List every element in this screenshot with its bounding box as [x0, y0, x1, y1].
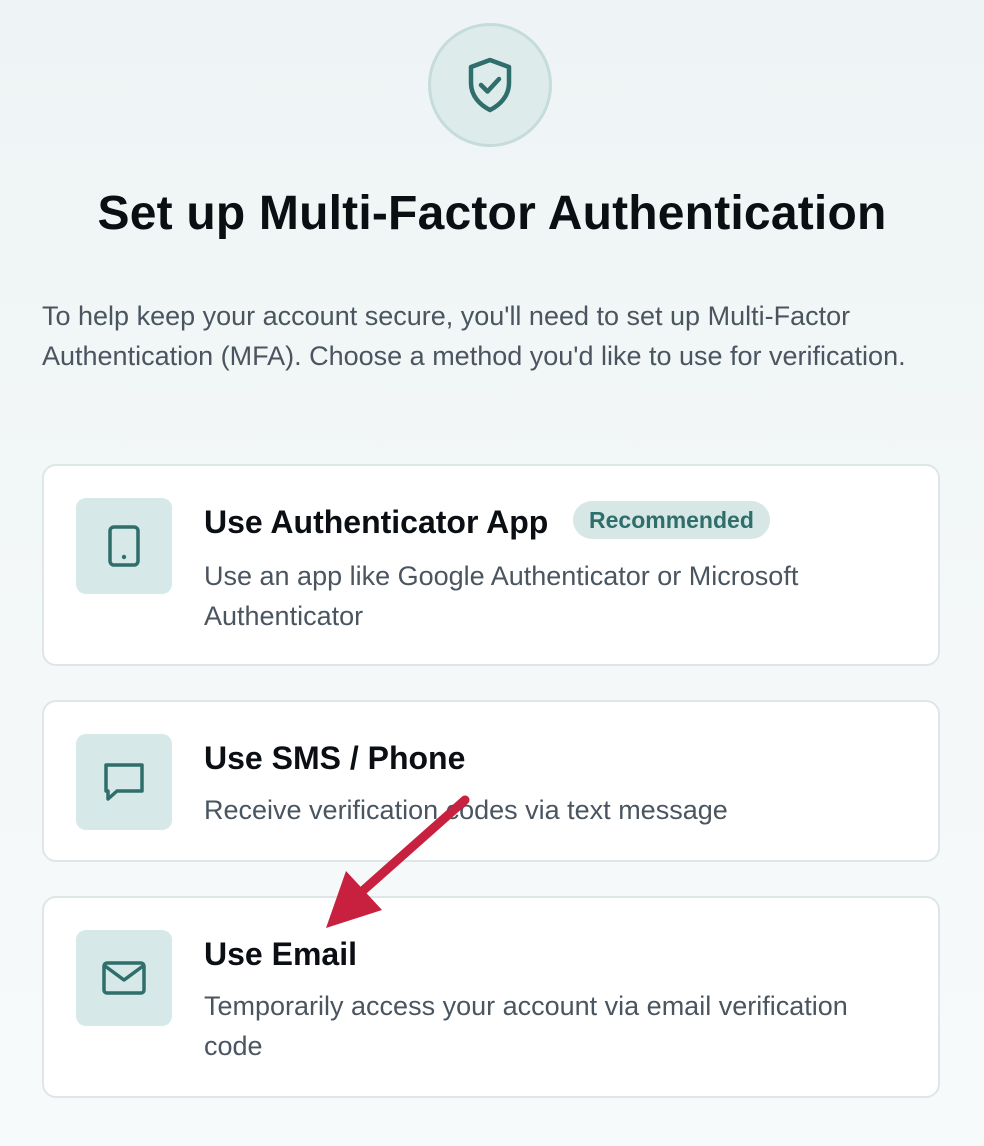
- mfa-setup-page: Set up Multi-Factor Authentication To he…: [0, 0, 984, 1146]
- option-email[interactable]: Use Email Temporarily access your accoun…: [42, 896, 940, 1098]
- option-title: Use Authenticator App: [204, 504, 549, 540]
- option-authenticator-app[interactable]: Use Authenticator App Recommended Use an…: [42, 464, 940, 666]
- hero-icon-circle: [428, 23, 552, 147]
- option-icon-box: [76, 930, 172, 1026]
- option-icon-box: [76, 498, 172, 594]
- option-title: Use Email: [204, 936, 357, 972]
- intro-text: To help keep your account secure, you'll…: [42, 301, 906, 371]
- page-title: Set up Multi-Factor Authentication: [97, 187, 887, 240]
- envelope-icon: [102, 961, 146, 995]
- recommended-badge: Recommended: [573, 501, 770, 539]
- option-icon-box: [76, 734, 172, 830]
- option-sms-phone[interactable]: Use SMS / Phone Receive verification cod…: [42, 700, 940, 862]
- option-description: Temporarily access your account via emai…: [204, 991, 848, 1061]
- shield-check-icon: [468, 57, 512, 113]
- message-bubble-icon: [104, 763, 144, 801]
- option-title: Use SMS / Phone: [204, 740, 466, 776]
- tablet-icon: [108, 525, 140, 567]
- option-description: Receive verification codes via text mess…: [204, 795, 728, 825]
- option-description: Use an app like Google Authenticator or …: [204, 561, 799, 631]
